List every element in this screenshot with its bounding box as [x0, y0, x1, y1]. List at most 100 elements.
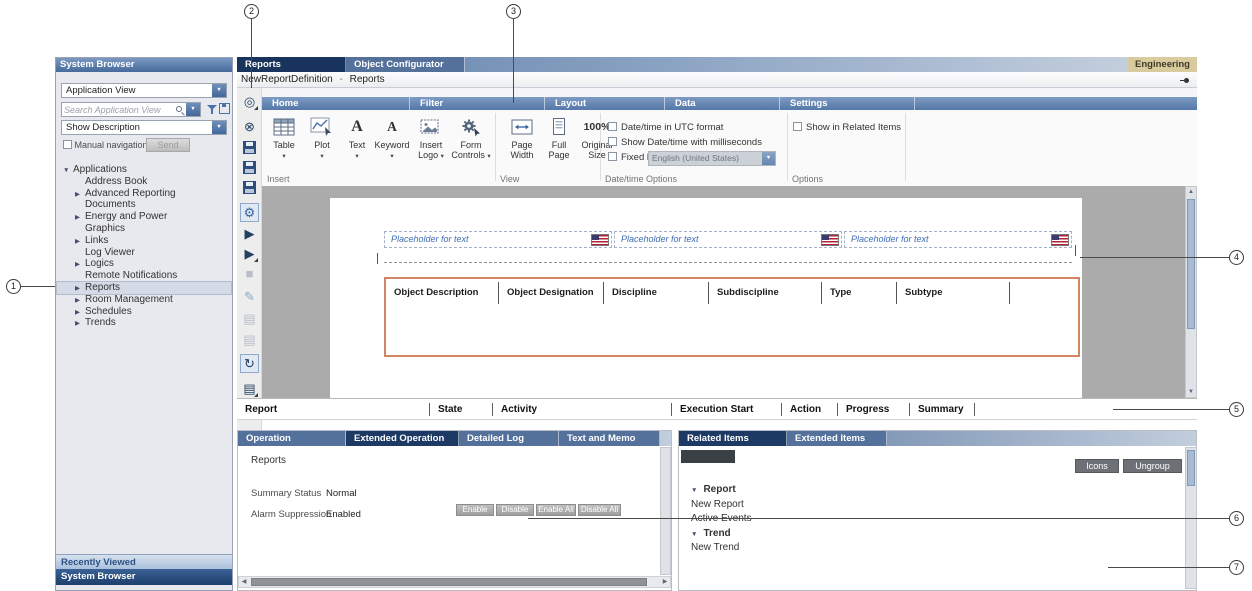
related-item[interactable]: Report	[679, 483, 1179, 498]
report-table-column[interactable]: Discipline	[604, 282, 709, 304]
tree-item[interactable]: Energy and Power	[57, 211, 231, 223]
ribbon-tab[interactable]: Settings	[780, 97, 915, 110]
tree-item[interactable]: Logics	[57, 258, 231, 270]
tab-object-configurator[interactable]: Object Configurator	[346, 57, 465, 72]
tree-item[interactable]: Address Book	[57, 176, 231, 188]
breadcrumb-root[interactable]: NewReportDefinition	[241, 74, 333, 85]
tree-item[interactable]: Remote Notifications	[57, 270, 231, 282]
operation-horizontal-scrollbar[interactable]: ◀ ▶	[238, 576, 671, 588]
tree-item[interactable]: Room Management	[57, 294, 231, 306]
tree-item[interactable]: Applications	[57, 164, 231, 176]
tree-expander-icon[interactable]	[63, 165, 73, 177]
view-option-button[interactable]: Ungroup	[1123, 459, 1182, 473]
tree-expander-icon[interactable]	[75, 318, 85, 330]
panel-tab[interactable]: Extended Items	[787, 431, 887, 446]
insert-keyword-button[interactable]: A Keyword ▾	[372, 114, 412, 162]
full-page-button[interactable]: Full Page	[543, 114, 575, 160]
report-table-column[interactable]: Object Description	[386, 282, 499, 304]
save-all-icon[interactable]	[240, 178, 259, 197]
show-description-selector[interactable]: Show Description ▼	[61, 120, 227, 135]
grid-column-header[interactable]: Execution Start	[672, 403, 782, 416]
text-placeholder[interactable]: Placeholder for text	[384, 231, 612, 248]
report-table-column[interactable]: Object Designation	[499, 282, 604, 304]
grid-column-header[interactable]: Action	[782, 403, 838, 416]
tab-engineering[interactable]: Engineering	[1128, 57, 1197, 72]
filter-icon[interactable]	[206, 104, 218, 116]
panel-tab[interactable]: Extended Operation	[346, 431, 459, 446]
auto-update-icon[interactable]: ↻	[240, 354, 259, 373]
grid-column-header[interactable]: Summary	[910, 403, 975, 416]
locate-target-icon[interactable]: ◎	[240, 92, 259, 111]
command-button[interactable]: Disable	[496, 504, 534, 516]
view-option-button[interactable]: Icons	[1075, 459, 1119, 473]
run-options-icon[interactable]: ▶	[240, 244, 259, 263]
search-dropdown-icon[interactable]: ▼	[186, 103, 200, 116]
tree-item[interactable]: Trends	[57, 317, 231, 329]
save-icon[interactable]	[240, 138, 259, 157]
save-as-icon[interactable]	[240, 158, 259, 177]
scroll-left-icon[interactable]: ◀	[239, 577, 249, 587]
ribbon-tab[interactable]: Home	[262, 97, 410, 110]
panel-tab[interactable]: Text and Memo	[559, 431, 660, 446]
language-flag-icon[interactable]	[1052, 235, 1068, 245]
grid-column-header[interactable]: Activity	[493, 403, 672, 416]
tab-reports[interactable]: Reports	[237, 57, 345, 72]
export-pdf-icon[interactable]: ▤	[240, 309, 259, 328]
checkbox[interactable]	[608, 122, 617, 131]
tree-item[interactable]: Graphics	[57, 223, 231, 235]
manual-navigation-checkbox[interactable]	[63, 140, 72, 149]
related-item[interactable]: New Trend	[679, 541, 1179, 556]
pin-icon[interactable]	[1180, 77, 1189, 84]
checkbox[interactable]	[608, 137, 617, 146]
save-view-icon[interactable]	[219, 103, 230, 114]
checkbox[interactable]	[793, 122, 802, 131]
cancel-icon[interactable]: ⊗	[240, 117, 259, 136]
chevron-down-icon[interactable]: ▼	[762, 152, 775, 165]
language-flag-icon[interactable]	[592, 235, 608, 245]
checkbox-row[interactable]: Date/time in UTC format	[608, 122, 762, 137]
tree-expander-icon[interactable]	[75, 295, 85, 307]
tree-expander-icon[interactable]	[75, 283, 85, 295]
page-width-button[interactable]: Page Width	[502, 114, 542, 160]
panel-tab[interactable]: Detailed Log	[459, 431, 559, 446]
scrollbar-thumb[interactable]	[1187, 199, 1195, 329]
chevron-down-icon[interactable]: ▼	[212, 84, 226, 97]
related-item[interactable]: New Report	[679, 498, 1179, 513]
grid-column-header[interactable]: Progress	[838, 403, 910, 416]
search-box[interactable]: ▼	[61, 102, 201, 117]
tree-item[interactable]: Documents	[57, 199, 231, 211]
scrollbar-thumb[interactable]	[1187, 450, 1195, 486]
insert-text-button[interactable]: A Text ▾	[342, 114, 372, 162]
command-button[interactable]: Disable All	[578, 504, 621, 516]
grid-column-header[interactable]: Report	[237, 403, 430, 416]
send-button[interactable]: Send	[146, 138, 190, 152]
tree-item[interactable]: Links	[57, 235, 231, 247]
report-designer-canvas[interactable]: Placeholder for text Placeholder for tex…	[262, 186, 1185, 398]
scroll-down-icon[interactable]: ▼	[1186, 387, 1196, 397]
panel-tab[interactable]: Operation	[238, 431, 346, 446]
export-excel-icon[interactable]: ▤	[240, 330, 259, 349]
checkbox-row[interactable]: Show Date/time with milliseconds	[608, 137, 762, 152]
related-item[interactable]: Trend	[679, 527, 1179, 542]
settings-gear-icon[interactable]: ⚙	[240, 203, 259, 222]
search-icon[interactable]	[176, 106, 182, 112]
report-table-column[interactable]: Type	[822, 282, 897, 304]
chevron-down-icon[interactable]: ▼	[212, 121, 226, 134]
canvas-vertical-scrollbar[interactable]: ▲ ▼	[1185, 186, 1197, 398]
system-browser-footer-tab[interactable]: System Browser	[56, 569, 232, 585]
tree-expander-icon[interactable]	[75, 236, 85, 248]
report-table[interactable]: Object Description Object Designation Di…	[384, 277, 1080, 357]
insert-plot-button[interactable]: Plot ▾	[303, 114, 341, 162]
tree-item[interactable]: Reports	[57, 282, 231, 294]
report-table-column[interactable]: Subtype	[897, 282, 1010, 304]
command-button[interactable]: Enable	[456, 504, 494, 516]
edit-icon[interactable]: ✎	[240, 287, 259, 306]
report-page[interactable]: Placeholder for text Placeholder for tex…	[330, 198, 1082, 398]
ribbon-tab[interactable]: Data	[665, 97, 780, 110]
language-flag-icon[interactable]	[822, 235, 838, 245]
text-placeholder[interactable]: Placeholder for text	[614, 231, 842, 248]
grid-column-header[interactable]: State	[430, 403, 493, 416]
report-table-column[interactable]: Subdiscipline	[709, 282, 822, 304]
operation-vertical-scrollbar[interactable]	[660, 447, 671, 575]
breadcrumb-current[interactable]: Reports	[350, 74, 385, 85]
